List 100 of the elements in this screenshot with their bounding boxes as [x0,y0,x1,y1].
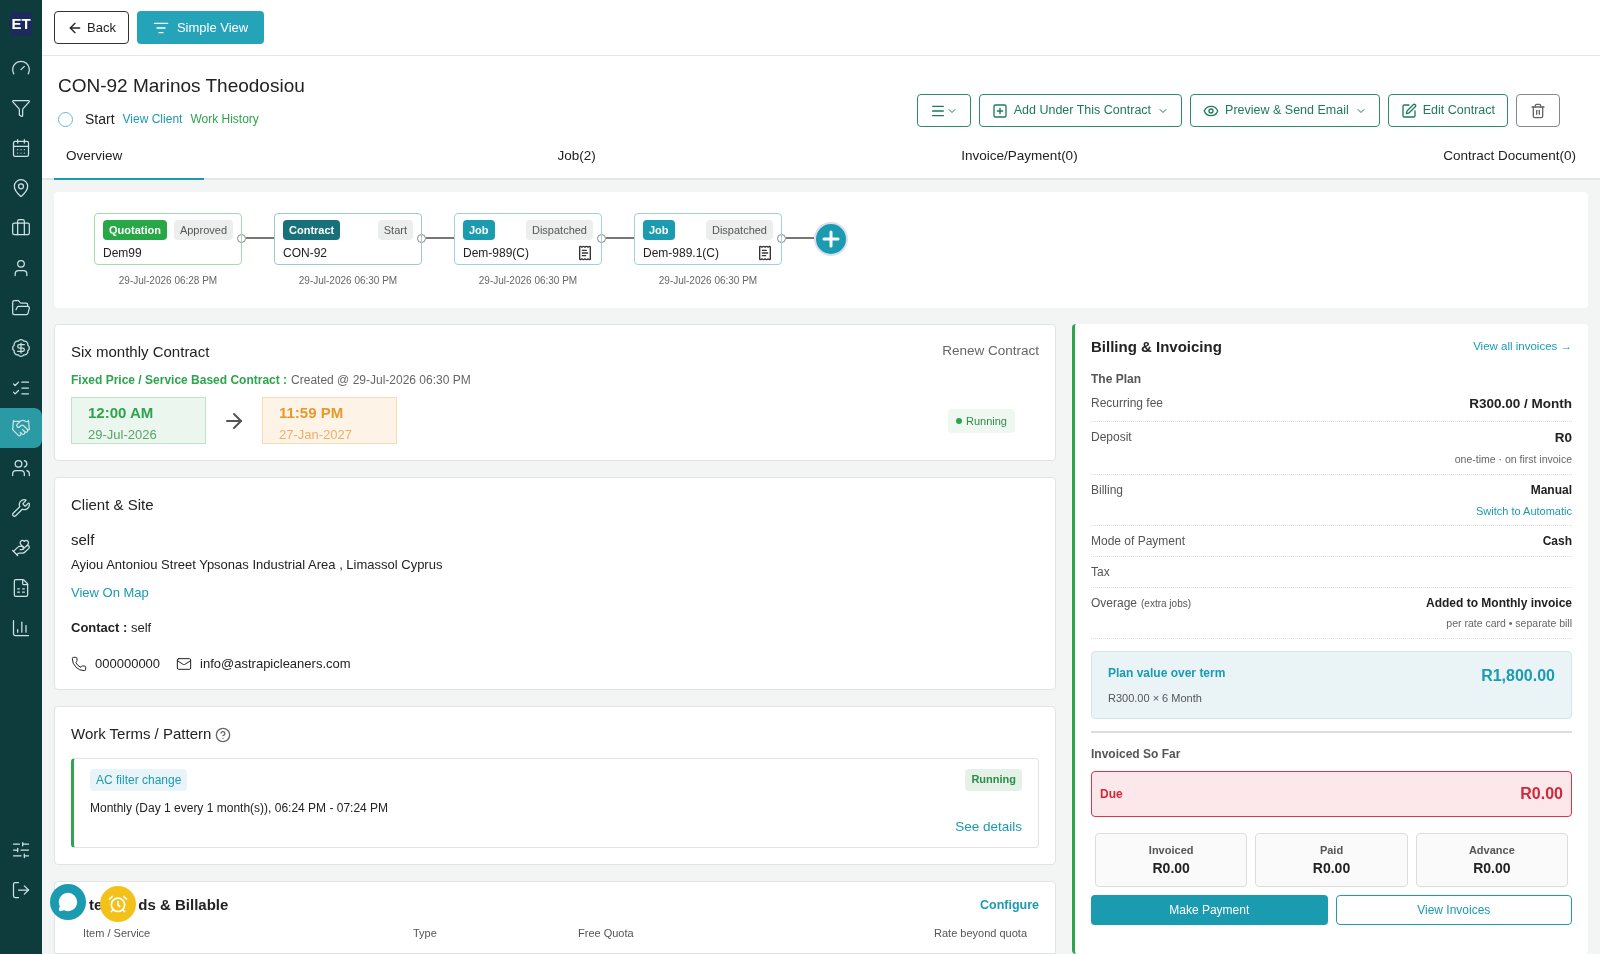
delete-button[interactable] [1516,94,1560,127]
stat-value: R0.00 [1473,859,1511,878]
chat-icon [58,892,78,912]
row-label: Billing [1091,481,1123,499]
service-tag: AC filter change [90,768,188,791]
due-amount: R0.00 [1520,784,1563,805]
simple-view-button[interactable]: Simple View [136,11,265,44]
column-header: Rate beyond quota [933,925,1027,941]
flow-node[interactable]: Contract Start CON-92 [274,212,422,265]
status-badge: Dispatched [705,219,773,241]
back-button[interactable]: Back [54,11,129,44]
client-name: self [71,529,96,550]
row-label: Deposit [1091,428,1132,446]
settings-icon [11,840,31,860]
type-badge: Quotation [103,219,167,241]
row-label: Mode of Payment [1091,533,1186,550]
users-icon [11,458,31,478]
row-value: R0 [1554,428,1572,447]
flow-node[interactable]: Job Dispatched Dem-989(C) [454,212,602,265]
plan-value-label: Plan value over term [1108,664,1226,682]
dollar-icon [11,338,31,358]
stat-label: Advance [1468,842,1515,858]
page-title: CON-92 Marinos Theodosiou [58,74,305,98]
flow-node[interactable]: Quotation Approved Dem99 [94,212,242,265]
row-value: Added to Monthly invoice [1426,595,1572,612]
node-date: 29-Jul-2026 06:28 PM [118,273,218,288]
help-icon [215,726,232,743]
row-label-note: (extra jobs) [1141,597,1192,611]
status-badge: Dispatched [525,219,593,241]
header-link[interactable]: View Client [122,110,183,128]
created-text: Created @ 29-Jul-2026 06:30 PM [291,372,471,390]
plus-square-icon [991,102,1008,119]
row-label: Recurring fee [1091,395,1164,413]
flow-node[interactable]: Job Dispatched Dem-989.1(C) [634,212,782,265]
end-time-box: 11:59 PM 27-Jan-2027 [262,397,397,445]
make-payment-button[interactable]: Make Payment [1091,895,1328,926]
handshake-icon [11,418,31,438]
contact-text: Contact : self [71,619,153,638]
tab[interactable]: Invoice/Payment(0) [949,141,1090,180]
start-time-box: 12:00 AM 29-Jul-2026 [71,397,206,445]
column-header: Free Quota [578,925,635,941]
node-code: Dem99 [103,245,142,263]
phone-icon [71,655,87,672]
card-title: Client & Site [71,495,155,516]
tab[interactable]: Overview [54,141,204,180]
plan-value-amount: R1,800.00 [1481,665,1555,686]
card-title-fragment: ds & Billable [138,895,229,915]
due-label: Due [1100,786,1123,804]
action-button[interactable]: Edit Contract [1387,94,1508,127]
column-header: Item / Service [83,925,152,941]
switch-link[interactable]: Switch to Automatic [1476,502,1572,519]
tab[interactable]: Contract Document(0) [1431,141,1588,180]
logout-icon [11,880,31,900]
see-details-link[interactable]: See details [955,816,1022,837]
plan-value-detail: R300.00 × 6 Month [1108,690,1203,706]
column-header: Type [413,925,438,941]
add-button[interactable] [814,221,848,256]
map-link[interactable]: View On Map [71,582,149,603]
view-invoices-button[interactable]: View Invoices [1335,895,1572,926]
calendar-icon [11,138,31,158]
header-link[interactable]: Work History [190,110,259,128]
contract-type: Fixed Price / Service Based Contract : [71,372,288,390]
connector [597,233,634,243]
view-all-invoices-link[interactable]: View all invoices → [1473,338,1572,356]
row-label: Overage [1091,595,1138,612]
node-date: 29-Jul-2026 06:30 PM [478,273,578,288]
action-button[interactable]: Preview & Send Email [1190,94,1380,127]
logo: ET [10,12,32,36]
alarm-icon [108,894,128,914]
stat-label: Paid [1319,842,1344,858]
menu-dropdown-button[interactable] [916,94,971,127]
map-pin-icon [11,178,31,198]
type-badge: Job [643,219,675,241]
status-badge: Running [965,768,1022,791]
type-badge: Job [463,219,495,241]
phone-number: 000000000 [95,654,161,673]
row-label: Tax [1091,564,1110,581]
tools-icon [11,498,31,518]
briefcase-icon [11,218,31,238]
address: Ayiou Antoniou Street Ypsonas Industrial Area , Limassol Cyprus [71,556,444,575]
node-code: Dem-989.1(C) [643,245,720,263]
configure-link[interactable]: Configure [979,895,1039,915]
trash-icon [1530,102,1546,119]
renew-link[interactable]: Renew Contract [942,340,1039,364]
email: info@astrapicleaners.com [200,654,351,673]
connector [777,233,814,243]
stat-value: R0.00 [1312,859,1351,878]
action-button[interactable]: Add Under This Contract [978,94,1183,127]
tab[interactable]: Job(2) [545,141,608,180]
type-badge: Contract [283,219,341,241]
node-code: CON-92 [283,245,327,263]
status-badge: Start [377,219,413,241]
status-badge: Running [948,408,1015,433]
row-note: one-time · on first invoice [1454,451,1572,467]
section-label: Invoiced So Far [1091,746,1182,764]
card-title: Six monthly Contract [71,341,210,362]
node-date: 29-Jul-2026 06:30 PM [658,273,758,288]
document-icon [11,578,31,598]
row-value: R300.00 / Month [1469,395,1572,414]
folder-icon [11,298,31,318]
